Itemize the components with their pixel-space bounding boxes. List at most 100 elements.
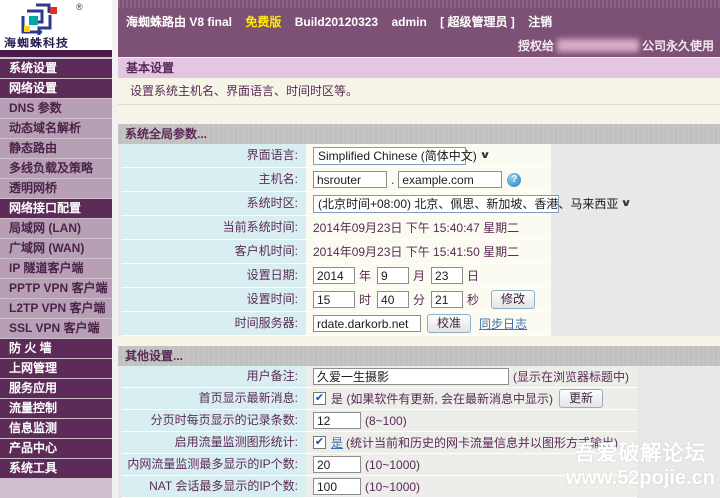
domain-input[interactable] (398, 171, 503, 188)
logo-underline-bar (0, 50, 112, 57)
app-title: 海蜘蛛路由 V8 final (126, 15, 233, 29)
edition-badge: 免费版 (245, 15, 282, 29)
row-news: 首页显示最新消息: 是 (如果软件有更新, 会在最新消息中显示) 更新 (122, 388, 720, 410)
header-bar: 海蜘蛛路由 V8 final 免费版 Build20120323 admin [… (118, 0, 720, 57)
sync-log-link[interactable]: 同步日志 (479, 315, 527, 332)
sidebar-item-product-center[interactable]: 产品中心 (0, 439, 112, 458)
hostname-input[interactable] (313, 171, 387, 188)
page-description: 设置系统主机名、界面语言、时间时区等。 (118, 78, 720, 105)
spacer (118, 105, 720, 124)
spider-logo-icon (21, 3, 57, 35)
row-time-server: 时间服务器: 校准 同步日志 (122, 312, 720, 336)
lan-ip-count-hint: (10~1000) (365, 457, 421, 472)
user-note-input[interactable] (313, 368, 509, 385)
sidebar-item-ddns[interactable]: 动态域名解析 (0, 119, 112, 138)
time-server-label: 时间服务器: (122, 312, 306, 336)
sidebar-item-internet-management[interactable]: 上网管理 (0, 359, 112, 378)
sidebar-item-system-tools[interactable]: 系统工具 (0, 459, 112, 478)
set-time-label: 设置时间: (122, 288, 306, 312)
update-button[interactable]: 更新 (559, 389, 604, 408)
modify-time-button[interactable]: 修改 (491, 290, 536, 309)
logout-link[interactable]: 注销 (528, 15, 552, 29)
sidebar-item-info-monitor[interactable]: 信息监测 (0, 419, 112, 438)
right-column: 海蜘蛛路由 V8 final 免费版 Build20120323 admin [… (112, 0, 720, 498)
row-system-time: 当前系统时间: 2014年09月23日 下午 15:40:47 星期二 (122, 216, 720, 240)
hostname-dot: . (391, 172, 395, 187)
time-server-input[interactable] (313, 315, 421, 332)
system-time-value: 2014年09月23日 下午 15:40:47 星期二 (313, 221, 520, 235)
language-select-value: Simplified Chinese (简体中文) (318, 149, 477, 163)
chevron-down-icon: ∨ (479, 150, 491, 161)
other-settings-table: 用户备注: (显示在浏览器标题中) 首页显示最新消息: 是 (如果软件有更新, … (122, 366, 720, 498)
minute-input[interactable] (377, 291, 410, 308)
traffic-graph-yes-link[interactable]: 是 (331, 434, 343, 451)
set-date-label: 设置日期: (122, 264, 306, 288)
page-title: 基本设置 (118, 57, 720, 78)
year-input[interactable] (313, 267, 355, 284)
row-timezone: 系统时区: (北京时间+08:00) 北京、佩思、新加坡、香港、马来西亚 ∨ (122, 192, 720, 216)
day-input[interactable] (431, 267, 464, 284)
hour-input[interactable] (313, 291, 355, 308)
sidebar-item-pptp-vpn-client[interactable]: PPTP VPN 客户端 (0, 279, 112, 298)
timezone-label: 系统时区: (122, 192, 306, 216)
news-label: 首页显示最新消息: (122, 388, 306, 410)
system-time-label: 当前系统时间: (122, 216, 306, 240)
row-nat-ip-count: NAT 会话最多显示的IP个数: (10~1000) (122, 476, 720, 498)
user-note-label: 用户备注: (122, 366, 306, 388)
section-other-header: 其他设置... (118, 346, 720, 366)
timezone-select[interactable]: (北京时间+08:00) 北京、佩思、新加坡、香港、马来西亚 ∨ (313, 194, 632, 213)
build-label: Build20120323 (294, 15, 379, 29)
page-records-input[interactable] (313, 412, 361, 429)
router-admin-page: ® 海蜘蛛科技 系统设置 网络设置 DNS 参数 动态域名解析 静态路由 多线负… (0, 0, 720, 498)
page-records-label: 分页时每页显示的记录条数: (122, 410, 306, 432)
row-hostname: 主机名: . ? (122, 168, 720, 192)
brand-logo[interactable]: ® 海蜘蛛科技 (0, 0, 112, 50)
left-column: ® 海蜘蛛科技 系统设置 网络设置 DNS 参数 动态域名解析 静态路由 多线负… (0, 0, 112, 498)
sidebar-item-lan[interactable]: 局域网 (LAN) (0, 219, 112, 238)
sidebar-item-interface-config[interactable]: 网络接口配置 (0, 199, 112, 218)
row-client-time: 客户机时间: 2014年09月23日 下午 15:41:50 星期二 (122, 240, 720, 264)
second-input[interactable] (431, 291, 464, 308)
nat-ip-count-hint: (10~1000) (365, 479, 421, 494)
sidebar-item-service-apps[interactable]: 服务应用 (0, 379, 112, 398)
license-suffix: 公司永久使用 (641, 39, 714, 53)
row-set-date: 设置日期: 年 月 日 (122, 264, 720, 288)
hostname-label: 主机名: (122, 168, 306, 192)
month-input[interactable] (377, 267, 410, 284)
traffic-graph-text: (统计当前和历史的网卡流量信息并以图形方式输出) (346, 436, 619, 450)
lan-ip-count-label: 内网流量监测最多显示的IP个数: (122, 454, 306, 476)
sidebar-item-traffic-control[interactable]: 流量控制 (0, 399, 112, 418)
language-label: 界面语言: (122, 144, 306, 168)
nat-ip-count-input[interactable] (313, 478, 361, 495)
sidebar-item-transparent-bridge[interactable]: 透明网桥 (0, 179, 112, 198)
brand-logotype: 海蜘蛛科技 (4, 36, 70, 50)
user-role: [ 超级管理员 ] (440, 15, 515, 29)
calibrate-button[interactable]: 校准 (427, 314, 472, 333)
timezone-select-value: (北京时间+08:00) 北京、佩思、新加坡、香港、马来西亚 (318, 197, 619, 211)
sidebar-item-ssl-vpn-client[interactable]: SSL VPN 客户端 (0, 319, 112, 338)
sidebar-item-ip-tunnel-client[interactable]: IP 隧道客户端 (0, 259, 112, 278)
traffic-graph-label: 启用流量监测图形统计: (122, 432, 306, 454)
news-checkbox[interactable] (313, 392, 326, 405)
sidebar-nav: 系统设置 网络设置 DNS 参数 动态域名解析 静态路由 多线负载及策略 透明网… (0, 57, 112, 498)
sidebar-item-dns-params[interactable]: DNS 参数 (0, 99, 112, 118)
month-unit: 月 (413, 269, 426, 283)
sidebar-item-static-route[interactable]: 静态路由 (0, 139, 112, 158)
sidebar-item-wan[interactable]: 广域网 (WAN) (0, 239, 112, 258)
minute-unit: 分 (413, 293, 426, 307)
sidebar-item-firewall[interactable]: 防 火 墙 (0, 339, 112, 358)
row-set-time: 设置时间: 时 分 秒 修改 (122, 288, 720, 312)
user-name: admin (391, 15, 427, 29)
sidebar-item-l2tp-vpn-client[interactable]: L2TP VPN 客户端 (0, 299, 112, 318)
traffic-graph-checkbox[interactable] (313, 436, 326, 449)
header-title-line: 海蜘蛛路由 V8 final 免费版 Build20120323 admin [… (118, 0, 720, 30)
lan-ip-count-input[interactable] (313, 456, 361, 473)
sidebar-item-multiline-policy[interactable]: 多线负载及策略 (0, 159, 112, 178)
sidebar-item-system-settings[interactable]: 系统设置 (0, 59, 112, 78)
client-time-value: 2014年09月23日 下午 15:41:50 星期二 (313, 245, 520, 259)
language-select[interactable]: Simplified Chinese (简体中文) ∨ (313, 146, 490, 165)
hour-unit: 时 (359, 293, 372, 307)
sidebar-item-network-settings[interactable]: 网络设置 (0, 79, 112, 98)
help-icon[interactable]: ? (507, 172, 522, 187)
chevron-down-icon: ∨ (620, 198, 633, 209)
